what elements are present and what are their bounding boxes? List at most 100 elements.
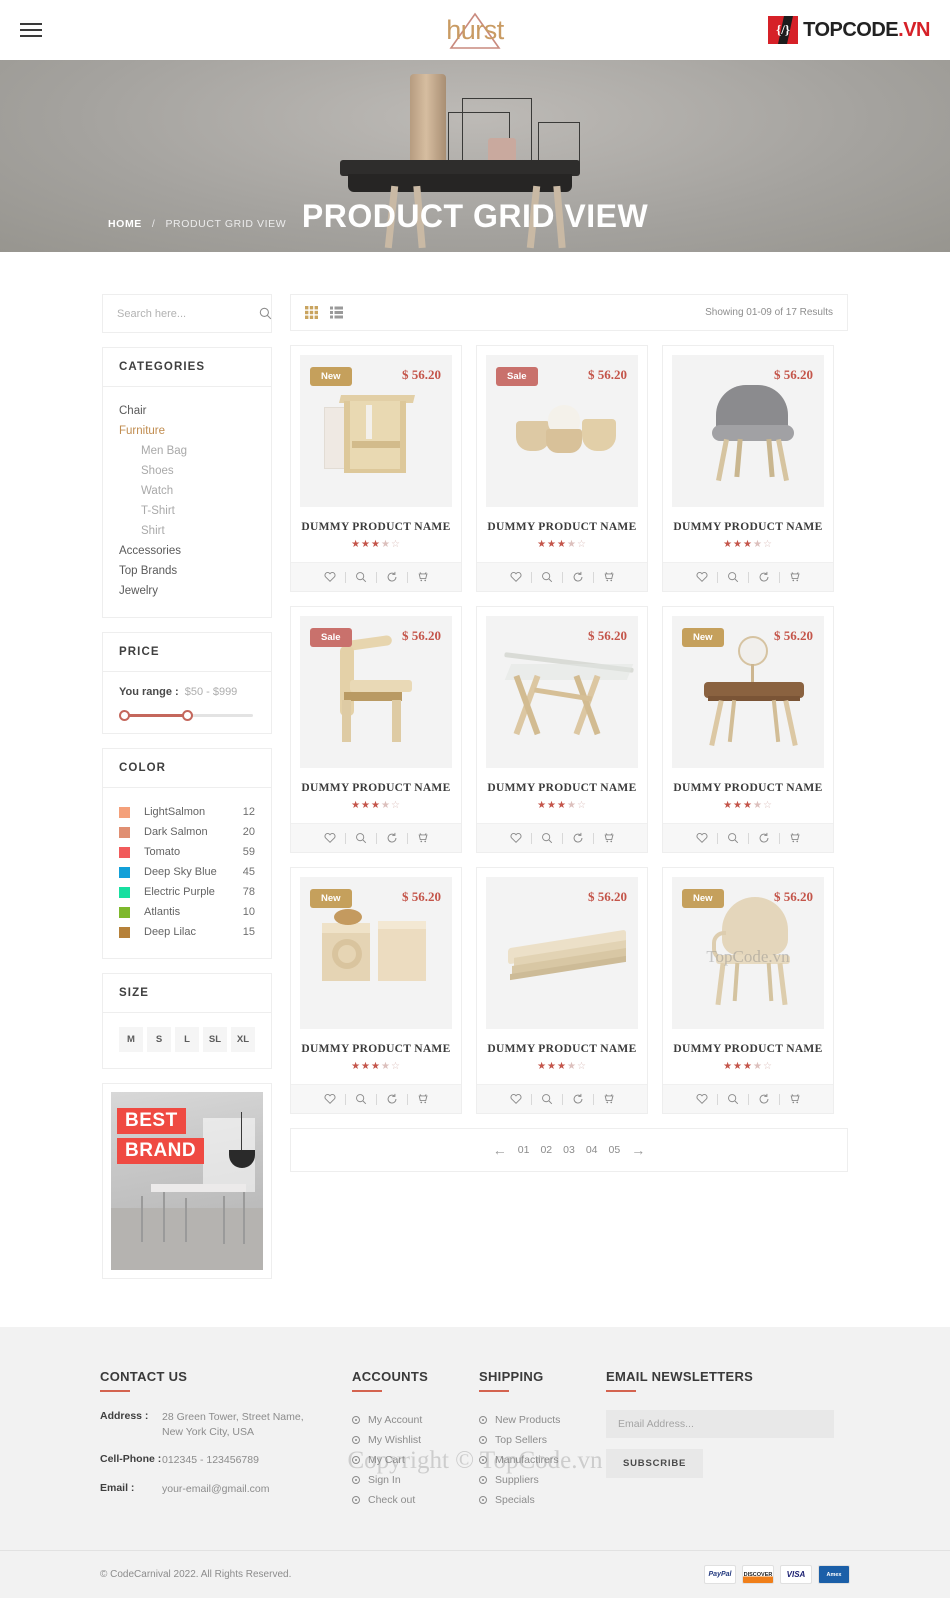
- breadcrumb-home-link[interactable]: HOME: [108, 218, 142, 230]
- product-name[interactable]: DUMMY PRODUCT NAME: [300, 521, 452, 533]
- search-submit-button[interactable]: [259, 307, 272, 320]
- category-item[interactable]: Chair: [119, 401, 255, 421]
- product-card[interactable]: New $ 56.20 DUMMY PRODUCT NAME ★★★★☆: [290, 867, 462, 1114]
- shipping-link[interactable]: Specials: [479, 1490, 606, 1510]
- compare-refresh-icon[interactable]: [749, 832, 779, 844]
- compare-refresh-icon[interactable]: [563, 571, 593, 583]
- category-item[interactable]: Accessories: [119, 541, 255, 561]
- compare-refresh-icon[interactable]: [377, 1093, 407, 1105]
- pagination-page-03[interactable]: 03: [563, 1144, 575, 1156]
- size-option-l[interactable]: L: [175, 1027, 199, 1052]
- quickview-search-icon[interactable]: [532, 832, 562, 844]
- compare-refresh-icon[interactable]: [563, 1093, 593, 1105]
- accounts-link[interactable]: My Account: [352, 1410, 479, 1430]
- category-item[interactable]: Men Bag: [119, 441, 255, 461]
- product-card[interactable]: Sale $ 56.20 DUMMY PRODUCT NAME ★★★★☆: [476, 345, 648, 592]
- price-slider-max-handle[interactable]: [181, 710, 193, 721]
- price-slider[interactable]: [119, 710, 253, 721]
- add-to-cart-icon[interactable]: [594, 571, 624, 583]
- category-item[interactable]: Jewelry: [119, 581, 255, 601]
- add-to-cart-icon[interactable]: [594, 832, 624, 844]
- color-filter-item[interactable]: Deep Sky Blue 45: [119, 862, 255, 882]
- product-name[interactable]: DUMMY PRODUCT NAME: [672, 782, 824, 794]
- shipping-link[interactable]: New Products: [479, 1410, 606, 1430]
- compare-refresh-icon[interactable]: [377, 832, 407, 844]
- accounts-link[interactable]: My Wishlist: [352, 1430, 479, 1450]
- shipping-link[interactable]: Manufactirers: [479, 1450, 606, 1470]
- accounts-link[interactable]: Check out: [352, 1490, 479, 1510]
- add-to-cart-icon[interactable]: [408, 832, 438, 844]
- best-brand-banner[interactable]: BEST BRAND: [102, 1083, 272, 1279]
- add-to-cart-icon[interactable]: [594, 1093, 624, 1105]
- product-name[interactable]: DUMMY PRODUCT NAME: [672, 1043, 824, 1055]
- search-input[interactable]: [117, 307, 259, 320]
- add-to-cart-icon[interactable]: [408, 1093, 438, 1105]
- product-image[interactable]: $ 56.20: [486, 616, 638, 768]
- product-card[interactable]: New $ 56.20 TopCode.vn DUMMY PRODUCT NAME ★★…: [662, 867, 834, 1114]
- product-card[interactable]: New $ 56.20 DUMMY PRODUCT NAME ★★★★☆: [662, 606, 834, 853]
- size-option-xl[interactable]: XL: [231, 1027, 255, 1052]
- accounts-link[interactable]: My Cart: [352, 1450, 479, 1470]
- wishlist-heart-icon[interactable]: [687, 1093, 717, 1105]
- size-option-m[interactable]: M: [119, 1027, 143, 1052]
- product-image[interactable]: Sale $ 56.20: [486, 355, 638, 507]
- add-to-cart-icon[interactable]: [780, 571, 810, 583]
- product-name[interactable]: DUMMY PRODUCT NAME: [300, 782, 452, 794]
- hamburger-menu-icon[interactable]: [20, 19, 42, 41]
- grid-view-icon[interactable]: [305, 306, 318, 319]
- quickview-search-icon[interactable]: [346, 832, 376, 844]
- subscribe-button[interactable]: SUBSCRIBE: [606, 1449, 704, 1478]
- accounts-link[interactable]: Sign In: [352, 1470, 479, 1490]
- product-card[interactable]: $ 56.20 DUMMY PRODUCT NAME ★★★★☆: [662, 345, 834, 592]
- product-image[interactable]: New $ 56.20: [300, 877, 452, 1029]
- product-image[interactable]: New $ 56.20 TopCode.vn: [672, 877, 824, 1029]
- wishlist-heart-icon[interactable]: [501, 1093, 531, 1105]
- quickview-search-icon[interactable]: [718, 832, 748, 844]
- add-to-cart-icon[interactable]: [780, 832, 810, 844]
- wishlist-heart-icon[interactable]: [687, 571, 717, 583]
- wishlist-heart-icon[interactable]: [687, 832, 717, 844]
- quickview-search-icon[interactable]: [718, 1093, 748, 1105]
- shipping-link[interactable]: Top Sellers: [479, 1430, 606, 1450]
- pagination-page-04[interactable]: 04: [586, 1144, 598, 1156]
- category-item[interactable]: T-Shirt: [119, 501, 255, 521]
- add-to-cart-icon[interactable]: [780, 1093, 810, 1105]
- wishlist-heart-icon[interactable]: [315, 571, 345, 583]
- quickview-search-icon[interactable]: [346, 571, 376, 583]
- pagination-prev-arrow-left-icon[interactable]: ←: [493, 1142, 507, 1158]
- wishlist-heart-icon[interactable]: [501, 832, 531, 844]
- add-to-cart-icon[interactable]: [408, 571, 438, 583]
- product-name[interactable]: DUMMY PRODUCT NAME: [486, 1043, 638, 1055]
- product-name[interactable]: DUMMY PRODUCT NAME: [672, 521, 824, 533]
- size-option-sl[interactable]: SL: [203, 1027, 227, 1052]
- category-item[interactable]: Top Brands: [119, 561, 255, 581]
- shipping-link[interactable]: Suppliers: [479, 1470, 606, 1490]
- product-image[interactable]: New $ 56.20: [300, 355, 452, 507]
- color-filter-item[interactable]: Dark Salmon 20: [119, 822, 255, 842]
- pagination-next-arrow-right-icon[interactable]: →: [631, 1142, 645, 1158]
- product-image[interactable]: $ 56.20: [672, 355, 824, 507]
- product-card[interactable]: New $ 56.20 DUMMY PRODUCT NAME ★★★★☆: [290, 345, 462, 592]
- compare-refresh-icon[interactable]: [749, 1093, 779, 1105]
- pagination-page-02[interactable]: 02: [540, 1144, 552, 1156]
- price-slider-min-handle[interactable]: [119, 710, 130, 721]
- wishlist-heart-icon[interactable]: [315, 832, 345, 844]
- product-card[interactable]: $ 56.20 DUMMY PRODUCT NAME ★★★★☆: [476, 606, 648, 853]
- wishlist-heart-icon[interactable]: [315, 1093, 345, 1105]
- product-name[interactable]: DUMMY PRODUCT NAME: [300, 1043, 452, 1055]
- product-card[interactable]: Sale $ 56.20 DUMMY PRODUCT NAME ★★★★☆: [290, 606, 462, 853]
- product-image[interactable]: Sale $ 56.20: [300, 616, 452, 768]
- color-filter-item[interactable]: Electric Purple 78: [119, 882, 255, 902]
- product-image[interactable]: New $ 56.20: [672, 616, 824, 768]
- compare-refresh-icon[interactable]: [377, 571, 407, 583]
- color-filter-item[interactable]: Atlantis 10: [119, 902, 255, 922]
- newsletter-email-input[interactable]: [606, 1410, 834, 1438]
- compare-refresh-icon[interactable]: [749, 571, 779, 583]
- category-item[interactable]: Shirt: [119, 521, 255, 541]
- category-item[interactable]: Furniture: [119, 421, 255, 441]
- size-option-s[interactable]: S: [147, 1027, 171, 1052]
- product-card[interactable]: $ 56.20 DUMMY PRODUCT NAME ★★★★☆: [476, 867, 648, 1114]
- category-item[interactable]: Shoes: [119, 461, 255, 481]
- product-name[interactable]: DUMMY PRODUCT NAME: [486, 521, 638, 533]
- wishlist-heart-icon[interactable]: [501, 571, 531, 583]
